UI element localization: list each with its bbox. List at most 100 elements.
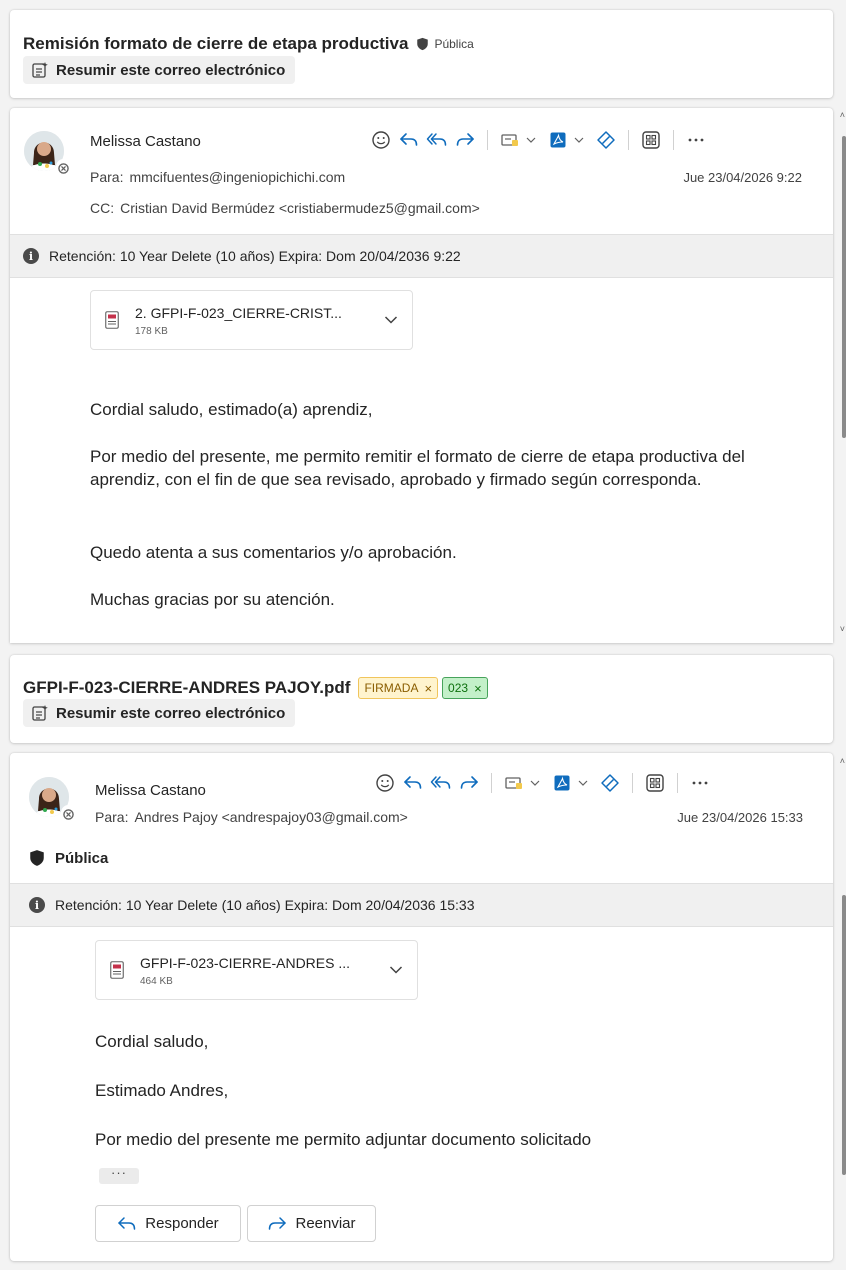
info-icon: i <box>23 248 39 264</box>
shield-icon <box>30 850 44 866</box>
reply-action-button[interactable]: Responder <box>95 1205 241 1242</box>
body-paragraph: Por medio del presente me permito adjunt… <box>95 1130 592 1149</box>
move-dropdown[interactable] <box>528 771 542 795</box>
reply-all-icon <box>430 776 451 789</box>
message-card: Melissa Castano <box>10 108 833 643</box>
chevron-down-icon[interactable] <box>384 315 398 325</box>
forward-action-button[interactable]: Reenviar <box>247 1205 376 1242</box>
forward-button[interactable] <box>455 771 483 795</box>
chevron-down-icon <box>574 137 584 143</box>
body-paragraph: Por medio del presente, me permito remit… <box>90 447 745 489</box>
retention-text: Retención: 10 Year Delete (10 años) Expi… <box>49 248 461 264</box>
sensitivity-row: Pública <box>29 849 108 867</box>
apps-icon <box>646 774 664 792</box>
subject-text: Remisión formato de cierre de etapa prod… <box>23 34 409 53</box>
avatar[interactable] <box>24 131 71 174</box>
reply-icon <box>400 133 418 146</box>
apps-icon <box>642 131 660 149</box>
sender-name[interactable]: Melissa Castano <box>90 133 201 150</box>
reply-all-button[interactable] <box>427 771 455 795</box>
message-datetime: Jue 23/04/2026 9:22 <box>683 170 802 185</box>
loop-icon <box>597 131 615 149</box>
sensitivity-label: Pública <box>434 37 474 51</box>
summarize-label: Resumir este correo electrónico <box>56 61 286 79</box>
move-button[interactable] <box>496 128 524 152</box>
toolbar-divider <box>677 773 678 793</box>
toolbar-divider <box>491 773 492 793</box>
loop-icon <box>601 774 619 792</box>
reply-icon <box>118 1216 136 1230</box>
chevron-down-icon <box>526 137 536 143</box>
cc-label: CC: <box>90 200 115 216</box>
reply-all-button[interactable] <box>423 128 451 152</box>
summarize-label: Resumir este correo electrónico <box>56 704 286 722</box>
to-label: Para: <box>95 809 129 825</box>
category-tag-023[interactable]: 023 × <box>442 677 488 699</box>
pdf-button[interactable] <box>548 771 576 795</box>
attachment-card[interactable]: GFPI-F-023-CIERRE-ANDRES ... 464 KB <box>95 940 418 1000</box>
attachment-size: 178 KB <box>135 326 168 337</box>
subject-text: GFPI-F-023-CIERRE-ANDRES PAJOY.pdf <box>23 678 351 697</box>
info-icon: i <box>29 897 45 913</box>
sender-name[interactable]: Melissa Castano <box>95 782 206 799</box>
sensitivity-label: Pública <box>55 849 109 867</box>
body-paragraph: Quedo atenta a sus comentarios y/o aprob… <box>90 543 457 562</box>
summarize-button[interactable]: Resumir este correo electrónico <box>23 56 296 84</box>
to-recipient[interactable]: mmcifuentes@ingeniopichichi.com <box>129 169 345 185</box>
subject-title: GFPI-F-023-CIERRE-ANDRES PAJOY.pdf FIRMA… <box>23 677 488 699</box>
presence-icon <box>56 159 71 174</box>
show-more-button[interactable]: ··· <box>99 1166 139 1184</box>
attachment-size: 464 KB <box>140 976 173 987</box>
pdf-dropdown[interactable] <box>576 771 590 795</box>
loop-button[interactable] <box>592 128 620 152</box>
remove-tag-icon[interactable]: × <box>424 681 432 696</box>
loop-button[interactable] <box>596 771 624 795</box>
retention-banner: i Retención: 10 Year Delete (10 años) Ex… <box>10 883 833 927</box>
apps-button[interactable] <box>641 771 669 795</box>
chevron-down-icon[interactable] <box>389 965 403 975</box>
scroll-up-arrow[interactable]: ˄ <box>840 110 845 120</box>
forward-icon <box>269 1216 287 1230</box>
cc-recipient[interactable]: Cristian David Bermúdez <cristiabermudez… <box>120 200 480 216</box>
apps-button[interactable] <box>637 128 665 152</box>
scroll-down-arrow[interactable]: ˅ <box>840 624 845 634</box>
tag-label: FIRMADA <box>364 681 419 695</box>
summarize-button[interactable]: Resumir este correo electrónico <box>23 699 296 727</box>
emoji-button[interactable] <box>371 771 399 795</box>
pdf-button[interactable] <box>544 128 572 152</box>
move-dropdown[interactable] <box>524 128 538 152</box>
forward-icon <box>460 776 478 789</box>
emoji-icon <box>376 774 394 792</box>
avatar[interactable] <box>29 777 76 820</box>
scrollbar-thumb[interactable] <box>842 136 846 438</box>
more-actions-button[interactable] <box>682 128 710 152</box>
scrollbar-thumb[interactable] <box>842 895 846 1175</box>
to-label: Para: <box>90 169 124 185</box>
forward-button[interactable] <box>451 128 479 152</box>
presence-icon <box>61 805 76 820</box>
reply-button[interactable] <box>399 771 427 795</box>
move-button[interactable] <box>500 771 528 795</box>
more-actions-button[interactable] <box>686 771 714 795</box>
category-tag-firmada[interactable]: FIRMADA × <box>358 677 439 699</box>
forward-label: Reenviar <box>295 1215 356 1232</box>
to-recipient[interactable]: Andres Pajoy <andrespajoy03@gmail.com> <box>134 809 407 825</box>
summarize-icon <box>32 705 48 721</box>
reply-button[interactable] <box>395 128 423 152</box>
more-icon <box>688 138 704 142</box>
remove-tag-icon[interactable]: × <box>474 681 482 696</box>
attachment-card[interactable]: 2. GFPI-F-023_CIERRE-CRIST... 178 KB <box>90 290 413 350</box>
message-toolbar <box>371 771 714 795</box>
shield-icon <box>417 37 429 51</box>
tag-label: 023 <box>448 681 469 695</box>
reply-label: Responder <box>145 1215 219 1232</box>
reply-all-icon <box>426 133 447 146</box>
pdf-file-icon <box>105 311 119 329</box>
scroll-up-arrow[interactable]: ˄ <box>840 756 845 766</box>
toolbar-divider <box>487 130 488 150</box>
forward-icon <box>456 133 474 146</box>
more-icon <box>692 781 708 785</box>
cc-recipients: CC: Cristian David Bermúdez <cristiabermu… <box>90 200 480 216</box>
emoji-button[interactable] <box>367 128 395 152</box>
pdf-dropdown[interactable] <box>572 128 586 152</box>
